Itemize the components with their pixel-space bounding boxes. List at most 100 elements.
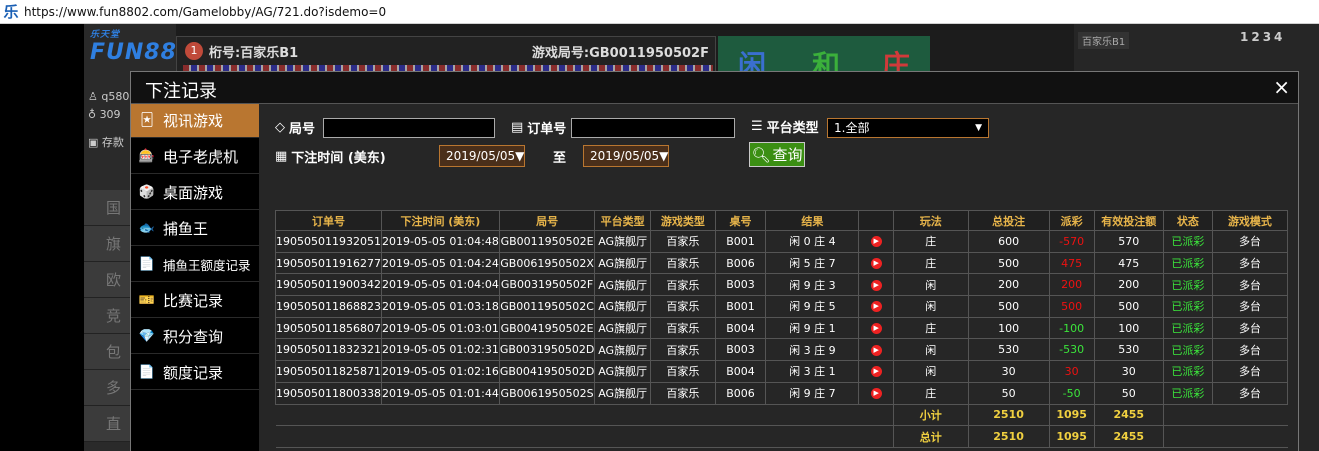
modal-header: 下注记录 × <box>131 72 1298 104</box>
table-row[interactable]: 190505011900342 2019-05-05 01:04:04 GB0031… <box>275 273 1289 297</box>
date-from-picker[interactable]: 2019/05/05▼ <box>439 145 525 167</box>
menu-item-4[interactable]: 📄 捕鱼王额度记录 <box>131 248 259 282</box>
cell-time: 2019-05-05 01:03:18 <box>380 295 500 318</box>
cell-payout: 200 <box>1048 273 1095 297</box>
cell-order: 190505011932051 <box>275 230 382 253</box>
empty-cell <box>650 425 716 448</box>
menu-item-7[interactable]: 📄 额度记录 <box>131 356 259 390</box>
cell-payout: 30 <box>1048 360 1095 383</box>
cell-table: B004 <box>714 360 767 383</box>
tag-icon: ◇ <box>275 120 285 135</box>
menu-item-2[interactable]: 🎲 桌面游戏 <box>131 176 259 210</box>
cell-status: 已派彩 <box>1162 381 1213 405</box>
close-icon[interactable]: × <box>1273 76 1290 98</box>
dice-icon: 🎲 <box>138 185 156 200</box>
platform-select[interactable]: 1.全部 ▼ <box>827 118 989 138</box>
cell-bet: 50 <box>967 381 1050 405</box>
subtotal-bet: 2510 <box>967 403 1050 427</box>
cell-payout: -530 <box>1048 338 1095 362</box>
table-round: 游戏局号:GB0011950502F <box>531 46 709 61</box>
table-row[interactable]: 190505011832321 2019-05-05 01:02:31 GB0031… <box>275 338 1289 362</box>
column-header: 游戏模式 <box>1211 210 1289 231</box>
column-header: 状态 <box>1162 210 1213 231</box>
document-icon: 📄 <box>138 365 156 380</box>
empty-cell <box>765 425 859 448</box>
cell-status: 已派彩 <box>1162 338 1213 362</box>
table-row[interactable]: 190505011856807 2019-05-05 01:03:01 GB0041… <box>275 316 1289 340</box>
menu-item-5[interactable]: 🎫 比赛记录 <box>131 284 259 318</box>
play-video-icon[interactable]: ▶ <box>870 258 882 270</box>
play-video-icon[interactable]: ▶ <box>870 301 882 313</box>
column-header: 派彩 <box>1048 210 1095 231</box>
fish-icon: 🐟 <box>138 221 156 236</box>
bet-records-modal: 下注记录 × 🃏 视讯游戏 🎰 电子老虎机 🎲 桌面游戏 🐟 捕鱼王 📄 捕鱼王额度记录 🎫 比赛记录… <box>130 71 1299 451</box>
cell-game: 百家乐 <box>649 338 716 362</box>
play-video-icon[interactable]: ▶ <box>870 366 882 378</box>
empty-cell <box>715 425 766 448</box>
empty-cell <box>499 403 595 427</box>
date-to-picker[interactable]: 2019/05/05▼ <box>583 145 669 167</box>
empty-cell <box>1163 425 1213 448</box>
cell-round: GB0061950502X <box>498 251 596 275</box>
order-input[interactable] <box>571 118 735 138</box>
empty-cell <box>381 403 500 427</box>
menu-item-3[interactable]: 🐟 捕鱼王 <box>131 212 259 246</box>
play-video-icon[interactable]: ▶ <box>870 344 882 356</box>
menu-item-6[interactable]: 💎 积分查询 <box>131 320 259 354</box>
subtotal-payout: 1095 <box>1048 403 1095 427</box>
cell-valid: 530 <box>1093 338 1164 362</box>
column-header: 局号 <box>498 210 596 231</box>
table-number-badge: 1 <box>185 42 203 60</box>
play-video-icon[interactable]: ▶ <box>870 236 882 248</box>
menu-item-0[interactable]: 🃏 视讯游戏 <box>131 104 259 138</box>
cell-order: 190505011900342 <box>275 273 382 297</box>
cell-time: 2019-05-05 01:04:24 <box>380 251 500 275</box>
column-header: 结果 <box>765 210 860 231</box>
table-row[interactable]: 190505011916277 2019-05-05 01:04:24 GB0061… <box>275 251 1289 275</box>
menu-item-1[interactable]: 🎰 电子老虎机 <box>131 140 259 174</box>
cell-play: 闲 <box>892 273 969 297</box>
lobby-deposit[interactable]: ▣ 存款 <box>88 134 124 150</box>
total-row: 总计 2510 1095 2455 <box>275 425 1288 448</box>
round-input[interactable] <box>323 118 495 138</box>
cell-play: 闲 <box>892 338 969 362</box>
video-replay-cell: ▶ <box>858 338 894 362</box>
cell-payout: -100 <box>1048 316 1095 340</box>
column-header: 玩法 <box>892 210 969 231</box>
play-video-icon[interactable]: ▶ <box>870 279 882 291</box>
total-bet: 2510 <box>967 425 1050 448</box>
total-label: 总计 <box>892 425 969 448</box>
table-name: 桁号:百家乐B1 <box>209 46 299 61</box>
video-replay-cell: ▶ <box>858 230 894 253</box>
cell-payout: -50 <box>1048 381 1095 405</box>
table-row[interactable]: 190505011868823 2019-05-05 01:03:18 GB0011… <box>275 295 1289 318</box>
play-video-icon[interactable]: ▶ <box>870 388 882 400</box>
play-video-icon[interactable]: ▶ <box>870 323 882 335</box>
table-row[interactable]: 190505011825871 2019-05-05 01:02:16 GB0041… <box>275 360 1289 383</box>
column-header: 订单号 <box>275 210 382 231</box>
date-dropdown-icon: ▼ <box>515 149 525 163</box>
address-bar[interactable]: 乐 https://www.fun8802.com/Gamelobby/AG/7… <box>0 0 1319 24</box>
cell-game: 百家乐 <box>649 273 716 297</box>
cell-table: B003 <box>714 273 767 297</box>
table-row[interactable]: 190505011800338 2019-05-05 01:01:44 GB0061… <box>275 381 1289 405</box>
menu-item-label: 桌面游戏 <box>163 184 224 202</box>
table-row[interactable]: 190505011932051 2019-05-05 01:04:48 GB0011… <box>275 230 1289 253</box>
cell-table: B004 <box>714 316 767 340</box>
empty-cell <box>650 403 716 427</box>
cell-time: 2019-05-05 01:03:01 <box>380 316 500 340</box>
cell-play: 庄 <box>892 251 969 275</box>
chevron-down-icon: ▼ <box>975 123 982 133</box>
room-tag: 百家乐B1 <box>1078 32 1130 49</box>
query-button[interactable]: 🔍︎ 查询 <box>749 142 805 167</box>
cell-game: 百家乐 <box>649 381 716 405</box>
cell-valid: 500 <box>1093 295 1164 318</box>
cell-valid: 570 <box>1093 230 1164 253</box>
url-text[interactable]: https://www.fun8802.com/Gamelobby/AG/721… <box>24 5 386 19</box>
cell-result: 闲 5 庄 7 <box>765 251 860 275</box>
cell-bet: 530 <box>967 338 1050 362</box>
cell-result: 闲 0 庄 4 <box>765 230 860 253</box>
document-icon: 📄 <box>138 257 156 272</box>
ticket-icon: 🎫 <box>138 293 156 308</box>
video-replay-cell: ▶ <box>858 273 894 297</box>
